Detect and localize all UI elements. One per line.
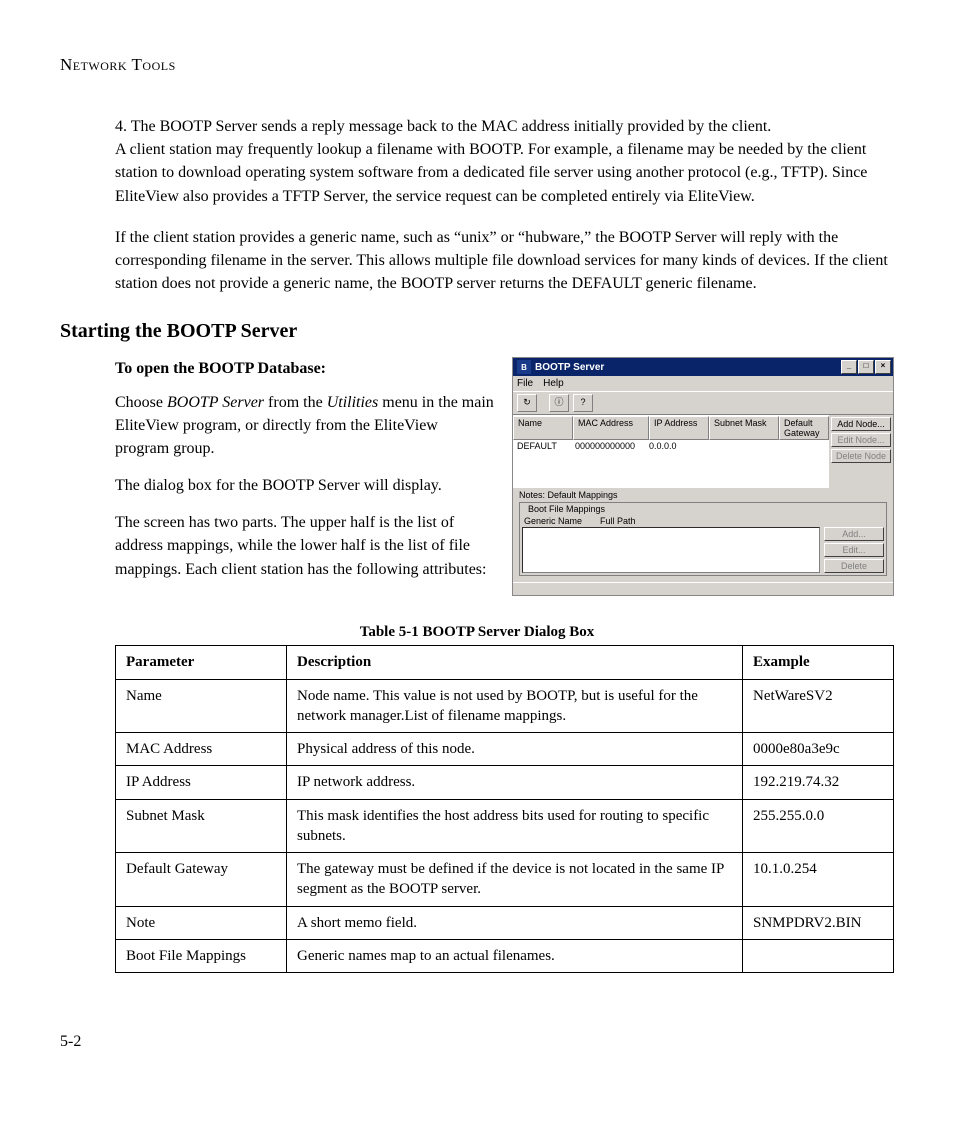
delete-node-button[interactable]: Delete Node [831, 449, 891, 463]
parameter-table: Parameter Description Example Name Node … [115, 645, 894, 973]
instruction-p2: The dialog box for the BOOTP Server will… [115, 474, 494, 497]
address-list-row[interactable]: DEFAULT 000000000000 0.0.0.0 [513, 440, 829, 488]
cell-param: IP Address [116, 766, 287, 799]
cell-mac: 000000000000 [571, 440, 645, 488]
table-row: Default Gateway The gateway must be defi… [116, 853, 894, 907]
bootp-server-screenshot: B BOOTP Server _ □ × File Help ↻ ⓘ ? [512, 357, 894, 596]
th-description: Description [287, 646, 743, 679]
table-row: Note A short memo field. SNMPDRV2.BIN [116, 906, 894, 939]
table-row: IP Address IP network address. 192.219.7… [116, 766, 894, 799]
table-header-row: Parameter Description Example [116, 646, 894, 679]
toolbar: ↻ ⓘ ? [513, 391, 893, 415]
info-icon[interactable]: ⓘ [549, 394, 569, 412]
table-row: Name Node name. This value is not used b… [116, 679, 894, 733]
menu-help[interactable]: Help [543, 378, 564, 389]
file-mappings-list[interactable] [522, 527, 820, 573]
boot-file-mappings-group: Boot File Mappings Generic Name Full Pat… [519, 502, 887, 576]
cell-desc: Generic names map to an actual filenames… [287, 939, 743, 972]
cell-param: Boot File Mappings [116, 939, 287, 972]
cell-example: SNMPDRV2.BIN [743, 906, 894, 939]
paragraph-1: A client station may frequently lookup a… [115, 141, 867, 204]
cell-example: 10.1.0.254 [743, 853, 894, 907]
step-4-text: 4. The BOOTP Server sends a reply messag… [115, 115, 894, 208]
add-mapping-button[interactable]: Add... [824, 527, 884, 541]
delete-mapping-button[interactable]: Delete [824, 559, 884, 573]
cell-desc: Physical address of this node. [287, 733, 743, 766]
cell-desc: Node name. This value is not used by BOO… [287, 679, 743, 733]
col-gateway[interactable]: Default Gateway [779, 416, 829, 440]
open-db-heading: To open the BOOTP Database: [115, 357, 494, 380]
status-bar [513, 582, 893, 595]
minimize-button[interactable]: _ [841, 360, 857, 374]
cell-name: DEFAULT [513, 440, 571, 488]
help-icon[interactable]: ? [573, 394, 593, 412]
window-titlebar: B BOOTP Server _ □ × [513, 358, 893, 376]
col-mac[interactable]: MAC Address [573, 416, 649, 440]
edit-mapping-button[interactable]: Edit... [824, 543, 884, 557]
cell-example: 0000e80a3e9c [743, 733, 894, 766]
cell-param: Default Gateway [116, 853, 287, 907]
table-row: MAC Address Physical address of this nod… [116, 733, 894, 766]
refresh-icon[interactable]: ↻ [517, 394, 537, 412]
window-title: BOOTP Server [535, 362, 604, 373]
cell-example [743, 939, 894, 972]
maximize-button[interactable]: □ [858, 360, 874, 374]
section-header: Network Tools [60, 55, 894, 75]
cell-param: Subnet Mask [116, 799, 287, 853]
instruction-p1: Choose BOOTP Server from the Utilities m… [115, 391, 494, 461]
add-node-button[interactable]: Add Node... [831, 417, 891, 431]
address-list-header: Name MAC Address IP Address Subnet Mask … [513, 415, 829, 440]
fieldset-legend: Boot File Mappings [526, 504, 607, 514]
paragraph-2: If the client station provides a generic… [115, 226, 894, 296]
cell-param: Note [116, 906, 287, 939]
col-subnet[interactable]: Subnet Mask [709, 416, 779, 440]
edit-node-button[interactable]: Edit Node... [831, 433, 891, 447]
cell-param: Name [116, 679, 287, 733]
instructions-column: To open the BOOTP Database: Choose BOOTP… [115, 357, 494, 595]
app-icon: B [517, 360, 531, 374]
table-caption: Table 5-1 BOOTP Server Dialog Box [60, 624, 894, 641]
cell-desc: The gateway must be defined if the devic… [287, 853, 743, 907]
table-row: Boot File Mappings Generic names map to … [116, 939, 894, 972]
cell-example: NetWareSV2 [743, 679, 894, 733]
close-button[interactable]: × [875, 360, 891, 374]
cell-ip: 0.0.0.0 [645, 440, 703, 488]
notes-label: Notes: Default Mappings [513, 488, 893, 500]
cell-desc: This mask identifies the host address bi… [287, 799, 743, 853]
cell-desc: A short memo field. [287, 906, 743, 939]
cell-example: 192.219.74.32 [743, 766, 894, 799]
table-row: Subnet Mask This mask identifies the hos… [116, 799, 894, 853]
node-buttons: Add Node... Edit Node... Delete Node [829, 415, 893, 488]
cell-example: 255.255.0.0 [743, 799, 894, 853]
col-generic-name: Generic Name [524, 515, 600, 527]
th-example: Example [743, 646, 894, 679]
th-parameter: Parameter [116, 646, 287, 679]
menu-file[interactable]: File [517, 378, 533, 389]
menu-bar: File Help [513, 376, 893, 391]
page-number: 5-2 [60, 1033, 894, 1051]
cell-param: MAC Address [116, 733, 287, 766]
col-name[interactable]: Name [513, 416, 573, 440]
col-full-path: Full Path [600, 515, 642, 527]
instruction-p3: The screen has two parts. The upper half… [115, 511, 494, 581]
step-4-content: 4. The BOOTP Server sends a reply messag… [115, 118, 771, 135]
cell-desc: IP network address. [287, 766, 743, 799]
heading-starting-bootp: Starting the BOOTP Server [60, 320, 894, 343]
col-ip[interactable]: IP Address [649, 416, 709, 440]
